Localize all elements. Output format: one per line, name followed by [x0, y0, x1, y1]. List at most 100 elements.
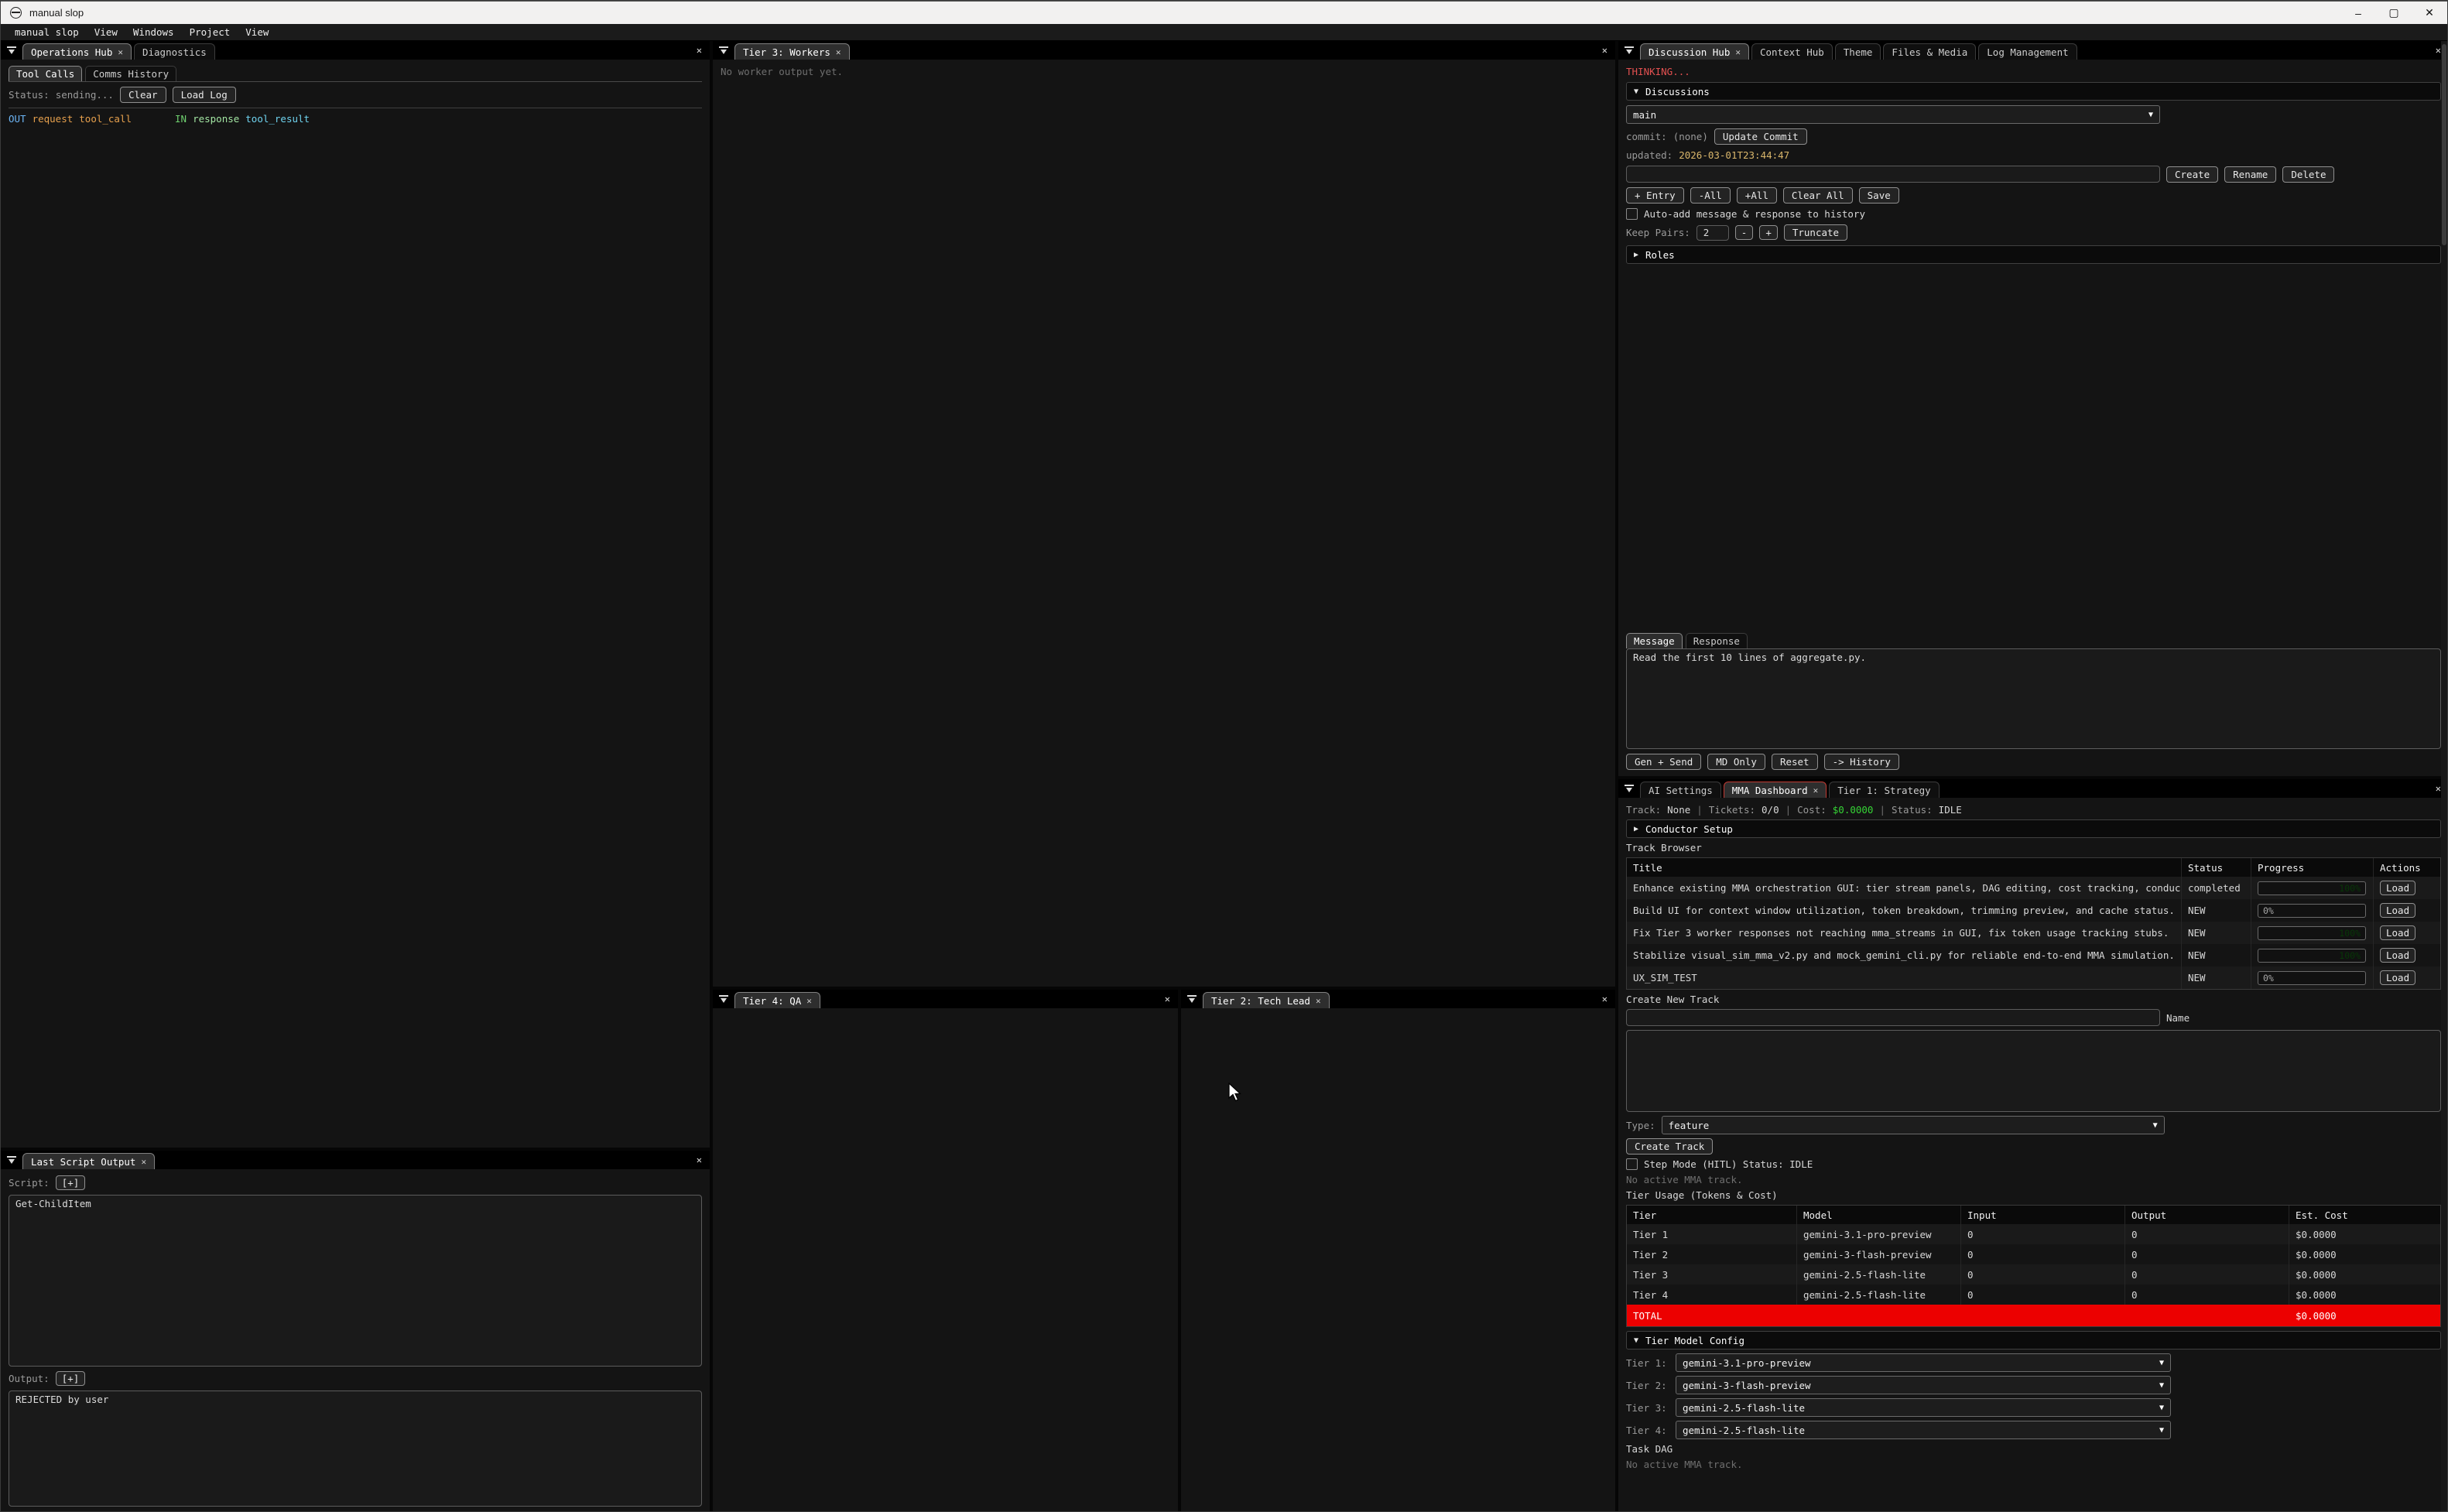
script-textarea[interactable]: Get-ChildItem — [9, 1195, 702, 1367]
tab-close-icon[interactable]: ✕ — [1735, 47, 1741, 57]
tab-close-icon[interactable]: ✕ — [1813, 785, 1819, 795]
script-expand-button[interactable]: [+] — [56, 1175, 86, 1190]
subtab-tool-calls[interactable]: Tool Calls — [9, 66, 82, 81]
subtab-comms-history[interactable]: Comms History — [85, 66, 176, 81]
load-track-button[interactable]: Load — [2380, 925, 2415, 940]
tab-close-icon[interactable]: ✕ — [836, 47, 841, 57]
save-button[interactable]: Save — [1859, 187, 1899, 204]
track-row[interactable]: Build UI for context window utilization,… — [1627, 899, 2440, 922]
track-row[interactable]: Stabilize visual_sim_mma_v2.py and mock_… — [1627, 944, 2440, 966]
track-row[interactable]: Fix Tier 3 worker responses not reaching… — [1627, 922, 2440, 944]
keep-pairs-decrement-button[interactable]: - — [1735, 225, 1754, 240]
output-expand-button[interactable]: [+] — [56, 1371, 86, 1386]
tab-discussion-hub[interactable]: Discussion Hub ✕ — [1640, 43, 1749, 60]
tab-close-icon[interactable]: ✕ — [118, 47, 123, 57]
panel-menu-icon[interactable] — [1621, 43, 1638, 58]
tab-context-hub[interactable]: Context Hub — [1751, 43, 1833, 60]
maximize-button[interactable]: ▢ — [2376, 2, 2412, 24]
track-progress-cell: 0% — [2251, 966, 2374, 989]
panel-close-icon[interactable]: ✕ — [689, 1155, 710, 1165]
tier-model-config-header[interactable]: ▼ Tier Model Config — [1626, 1331, 2441, 1350]
tab-close-icon[interactable]: ✕ — [806, 996, 812, 1006]
delete-discussion-button[interactable]: Delete — [2282, 166, 2334, 183]
tier2-model-select[interactable]: gemini-3-flash-preview ▼ — [1676, 1376, 2171, 1394]
menu-item-view-2[interactable]: View — [238, 26, 276, 38]
message-textarea[interactable]: Read the first 10 lines of aggregate.py. — [1626, 648, 2441, 749]
discussion-name-input[interactable] — [1626, 166, 2160, 183]
create-discussion-button[interactable]: Create — [2166, 166, 2218, 183]
load-track-button[interactable]: Load — [2380, 948, 2415, 963]
track-row[interactable]: Enhance existing MMA orchestration GUI: … — [1627, 877, 2440, 899]
menu-item-project[interactable]: Project — [182, 26, 238, 38]
minimize-button[interactable]: – — [2340, 2, 2376, 24]
panel-close-icon[interactable]: ✕ — [1157, 994, 1178, 1004]
menu-item-manual-slop[interactable]: manual slop — [7, 26, 87, 38]
tab-last-script-output[interactable]: Last Script Output ✕ — [22, 1153, 155, 1169]
load-track-button[interactable]: Load — [2380, 903, 2415, 918]
load-track-button[interactable]: Load — [2380, 881, 2415, 895]
truncate-button[interactable]: Truncate — [1784, 224, 1847, 241]
panel-menu-icon[interactable] — [715, 43, 732, 58]
keep-pairs-increment-button[interactable]: + — [1759, 225, 1778, 240]
step-mode-checkbox[interactable] — [1626, 1158, 1638, 1170]
clear-all-button[interactable]: Clear All — [1783, 187, 1853, 204]
roles-section-header[interactable]: ▶ Roles — [1626, 245, 2441, 264]
panel-menu-icon[interactable] — [715, 991, 732, 1007]
output-textarea[interactable]: REJECTED by user — [9, 1391, 702, 1507]
tab-close-icon[interactable]: ✕ — [141, 1157, 146, 1167]
tab-tier4-qa[interactable]: Tier 4: QA ✕ — [734, 992, 820, 1008]
expand-all-button[interactable]: +All — [1737, 187, 1777, 204]
tab-tier1-strategy[interactable]: Tier 1: Strategy — [1829, 782, 1939, 798]
auto-add-checkbox[interactable] — [1626, 208, 1638, 220]
to-history-button[interactable]: -> History — [1824, 754, 1899, 770]
tab-message[interactable]: Message — [1626, 633, 1683, 648]
load-log-button[interactable]: Load Log — [173, 87, 236, 103]
tab-response[interactable]: Response — [1686, 633, 1748, 648]
new-track-description-textarea[interactable] — [1626, 1030, 2441, 1112]
tab-diagnostics[interactable]: Diagnostics — [134, 43, 215, 60]
right-scrollbar[interactable] — [2441, 41, 2447, 1512]
clear-button[interactable]: Clear — [120, 87, 166, 103]
thinking-status-text: THINKING... — [1626, 66, 2441, 77]
panel-menu-icon[interactable] — [3, 43, 20, 58]
panel-menu-icon[interactable] — [1621, 781, 1638, 796]
tier3-empty-text: No worker output yet. — [721, 66, 1607, 77]
tab-theme[interactable]: Theme — [1835, 43, 1881, 60]
keep-pairs-input[interactable] — [1696, 225, 1729, 241]
collapse-all-button[interactable]: -All — [1690, 187, 1731, 204]
panel-close-icon[interactable]: ✕ — [689, 45, 710, 56]
tab-tier3-workers[interactable]: Tier 3: Workers ✕ — [734, 43, 850, 60]
menu-item-windows[interactable]: Windows — [125, 26, 182, 38]
conductor-setup-header[interactable]: ▶ Conductor Setup — [1626, 819, 2441, 838]
tab-files-media[interactable]: Files & Media — [1883, 43, 1976, 60]
new-track-name-input[interactable] — [1626, 1009, 2160, 1026]
rename-discussion-button[interactable]: Rename — [2224, 166, 2276, 183]
tier4-model-select[interactable]: gemini-2.5-flash-lite ▼ — [1676, 1421, 2171, 1439]
discussions-section-header[interactable]: ▼ Discussions — [1626, 82, 2441, 101]
update-commit-button[interactable]: Update Commit — [1714, 128, 1807, 145]
tier3-model-select[interactable]: gemini-2.5-flash-lite ▼ — [1676, 1398, 2171, 1417]
track-type-select[interactable]: feature ▼ — [1662, 1116, 2165, 1134]
tab-mma-dashboard[interactable]: MMA Dashboard ✕ — [1724, 782, 1827, 798]
panel-menu-icon[interactable] — [3, 1152, 20, 1168]
discussion-select[interactable]: main ▼ — [1626, 105, 2160, 124]
load-track-button[interactable]: Load — [2380, 970, 2415, 985]
add-entry-button[interactable]: + Entry — [1626, 187, 1684, 204]
tier1-model-select[interactable]: gemini-3.1-pro-preview ▼ — [1676, 1353, 2171, 1372]
tab-ai-settings[interactable]: AI Settings — [1640, 782, 1721, 798]
tab-close-icon[interactable]: ✕ — [1316, 996, 1321, 1006]
md-only-button[interactable]: MD Only — [1707, 754, 1765, 770]
tab-log-management[interactable]: Log Management — [1978, 43, 2077, 60]
tab-tier2-tech-lead[interactable]: Tier 2: Tech Lead ✕ — [1203, 992, 1330, 1008]
gen-send-button[interactable]: Gen + Send — [1626, 754, 1701, 770]
panel-close-icon[interactable]: ✕ — [1594, 45, 1615, 56]
track-row[interactable]: UX_SIM_TEST NEW 0% Load — [1627, 966, 2440, 989]
close-button[interactable]: ✕ — [2412, 2, 2447, 24]
panel-close-icon[interactable]: ✕ — [1594, 994, 1615, 1004]
panel-menu-icon[interactable] — [1183, 991, 1200, 1007]
reset-button[interactable]: Reset — [1772, 754, 1818, 770]
create-track-button[interactable]: Create Track — [1626, 1138, 1713, 1155]
tab-operations-hub[interactable]: Operations Hub ✕ — [22, 43, 132, 60]
menu-item-view[interactable]: View — [87, 26, 125, 38]
scrollbar-thumb[interactable] — [2442, 44, 2446, 245]
